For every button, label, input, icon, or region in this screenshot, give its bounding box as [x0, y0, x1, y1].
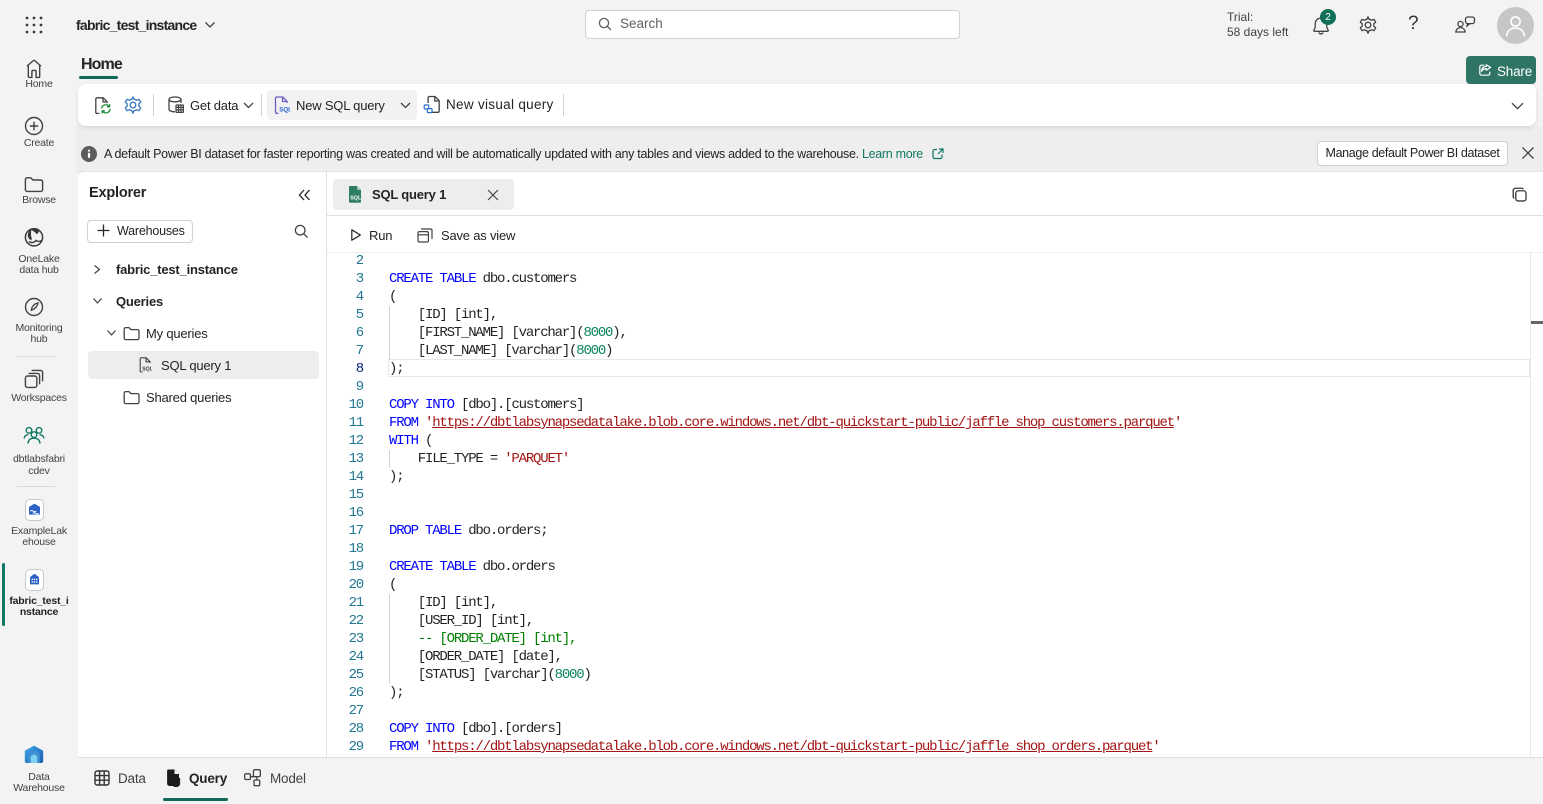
svg-text:SQL: SQL: [142, 366, 152, 372]
svg-text:SQL: SQL: [279, 107, 290, 114]
svg-text:SQL: SQL: [350, 196, 362, 202]
